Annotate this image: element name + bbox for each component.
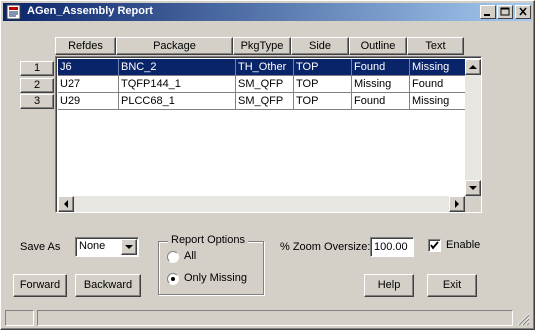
row-header-3[interactable]: 3 (20, 94, 54, 109)
column-header-pkgtype[interactable]: PkgType (233, 37, 291, 55)
column-header-text[interactable]: Text (407, 37, 464, 55)
cell-text[interactable]: Missing (410, 93, 465, 109)
window-title: AGen_Assembly Report (27, 5, 153, 17)
zoom-oversize-label: % Zoom Oversize: (280, 241, 371, 253)
cell-refdes[interactable]: U29 (58, 93, 119, 109)
row-header-1[interactable]: 1 (20, 61, 54, 76)
cell-pkgtype[interactable]: SM_QFP (236, 76, 294, 92)
backward-button[interactable]: Backward (75, 274, 141, 297)
status-pane (37, 310, 513, 326)
cell-side[interactable]: TOP (294, 76, 352, 92)
cell-package[interactable]: TQFP144_1 (119, 76, 236, 92)
title-bar[interactable]: AGen_Assembly Report (3, 3, 532, 21)
dropdown-button[interactable] (121, 239, 137, 255)
cell-refdes[interactable]: J6 (58, 59, 119, 75)
exit-button-label: Exit (442, 279, 462, 291)
arrow-up-icon (469, 65, 477, 69)
table-row[interactable]: U27 TQFP144_1 SM_QFP TOP Missing Found (58, 76, 465, 93)
save-as-label: Save As (20, 241, 61, 253)
report-app-icon (6, 4, 21, 20)
maximize-icon (500, 7, 510, 16)
scroll-down-button[interactable] (465, 180, 481, 196)
column-header-side[interactable]: Side (291, 37, 349, 55)
cell-text[interactable]: Missing (410, 59, 465, 75)
cell-outline[interactable]: Missing (352, 76, 410, 92)
table-row[interactable]: U29 PLCC68_1 SM_QFP TOP Found Missing (58, 93, 465, 110)
minimize-icon (484, 14, 490, 16)
row-header-2[interactable]: 2 (20, 78, 54, 93)
enable-label[interactable]: Enable (446, 239, 480, 251)
row-number: 3 (33, 95, 41, 107)
vertical-scrollbar[interactable] (465, 59, 481, 196)
help-button-label: Help (377, 279, 401, 291)
cell-package[interactable]: PLCC68_1 (119, 93, 236, 109)
scroll-up-button[interactable] (465, 59, 481, 75)
radio-all[interactable] (167, 251, 179, 263)
row-number: 1 (33, 62, 41, 74)
radio-only-missing-label[interactable]: Only Missing (184, 272, 247, 284)
zoom-oversize-value: 100.00 (374, 241, 408, 253)
chevron-down-icon (125, 245, 133, 249)
forward-button-label: Forward (19, 279, 61, 291)
scroll-left-button[interactable] (58, 196, 74, 212)
radio-only-missing[interactable] (167, 273, 179, 285)
exit-button[interactable]: Exit (427, 274, 477, 297)
save-as-value: None (79, 240, 106, 252)
forward-button[interactable]: Forward (13, 274, 67, 297)
status-pane (5, 310, 34, 326)
maximize-button[interactable] (497, 5, 513, 19)
radio-all-label[interactable]: All (184, 250, 196, 262)
column-header-label: PkgType (240, 40, 284, 52)
column-header-label: Side (308, 40, 332, 52)
column-header-label: Refdes (68, 40, 103, 52)
scrollbar-corner (465, 196, 481, 212)
cell-pkgtype[interactable]: TH_Other (236, 59, 294, 75)
report-grid[interactable]: J6 BNC_2 TH_Other TOP Found Missing U27 … (55, 56, 482, 213)
cell-side[interactable]: TOP (294, 59, 352, 75)
report-options-group (158, 241, 264, 295)
horizontal-scrollbar[interactable] (58, 196, 465, 212)
arrow-down-icon (469, 186, 477, 190)
cell-side[interactable]: TOP (294, 93, 352, 109)
cell-text[interactable]: Found (410, 76, 465, 92)
resize-grip-icon[interactable] (516, 312, 530, 326)
minimize-button[interactable] (480, 5, 496, 19)
enable-checkbox[interactable] (428, 239, 441, 252)
column-header-outline[interactable]: Outline (349, 37, 407, 55)
cell-refdes[interactable]: U27 (58, 76, 119, 92)
close-button[interactable] (515, 5, 531, 19)
save-as-select[interactable]: None (75, 237, 139, 257)
column-header-label: Text (425, 40, 446, 52)
column-header-label: Package (153, 40, 196, 52)
close-icon (519, 7, 527, 16)
report-options-title: Report Options (168, 234, 248, 246)
help-button[interactable]: Help (364, 274, 414, 297)
scroll-right-button[interactable] (449, 196, 465, 212)
zoom-oversize-input[interactable]: 100.00 (370, 237, 414, 257)
report-window: AGen_Assembly Report Refdes Package PkgT… (0, 0, 535, 330)
cell-outline[interactable]: Found (352, 59, 410, 75)
column-header-package[interactable]: Package (116, 37, 233, 55)
column-header-label: Outline (360, 40, 396, 52)
table-row[interactable]: J6 BNC_2 TH_Other TOP Found Missing (58, 59, 465, 76)
arrow-left-icon (64, 200, 68, 208)
checkmark-icon (430, 241, 439, 250)
radio-selected-dot (171, 277, 175, 281)
arrow-right-icon (455, 200, 459, 208)
cell-outline[interactable]: Found (352, 93, 410, 109)
cell-package[interactable]: BNC_2 (119, 59, 236, 75)
backward-button-label: Backward (83, 279, 133, 291)
row-number: 2 (33, 79, 41, 91)
status-bar (3, 309, 532, 327)
cell-pkgtype[interactable]: SM_QFP (236, 93, 294, 109)
column-header-refdes[interactable]: Refdes (55, 37, 116, 55)
